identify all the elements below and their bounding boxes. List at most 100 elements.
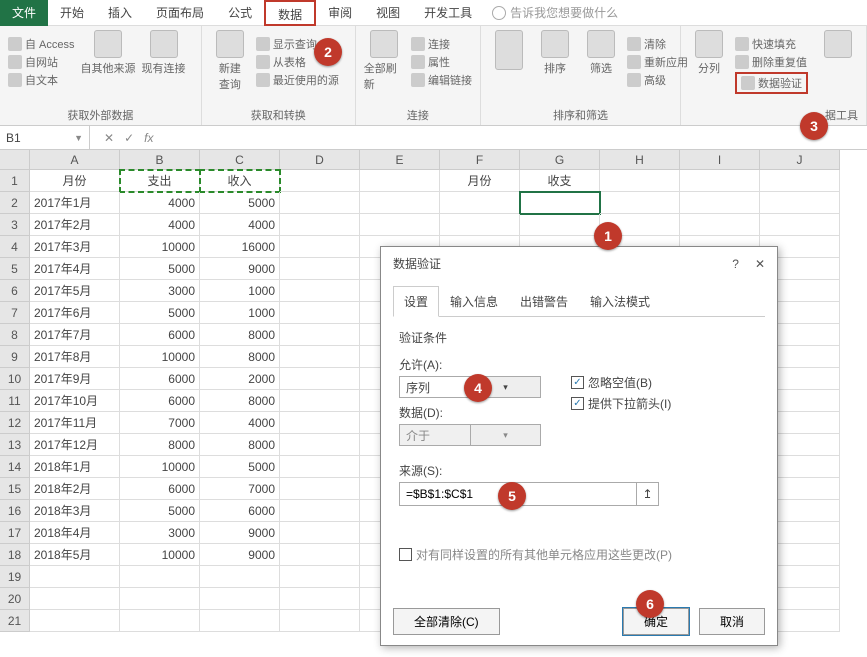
cell[interactable]: 9000 (200, 522, 280, 544)
cell[interactable] (280, 214, 360, 236)
cell[interactable]: 2018年5月 (30, 544, 120, 566)
col-header[interactable]: B (120, 150, 200, 170)
clear-all-button[interactable]: 全部清除(C) (393, 608, 500, 635)
cell[interactable]: 2018年2月 (30, 478, 120, 500)
col-header[interactable]: J (760, 150, 840, 170)
cell[interactable]: 2017年12月 (30, 434, 120, 456)
btn-text-columns[interactable]: 分列 (689, 30, 729, 76)
btn-existing-conn[interactable]: 现有连接 (142, 30, 186, 76)
tab-layout[interactable]: 页面布局 (144, 0, 216, 26)
row-header[interactable]: 6 (0, 280, 30, 302)
cell[interactable] (520, 214, 600, 236)
btn-properties[interactable]: 属性 (411, 54, 472, 70)
cell[interactable]: 8000 (200, 346, 280, 368)
cell[interactable]: 4000 (120, 214, 200, 236)
cell[interactable] (680, 192, 760, 214)
cell[interactable]: 2017年5月 (30, 280, 120, 302)
cell[interactable] (360, 192, 440, 214)
tab-home[interactable]: 开始 (48, 0, 96, 26)
col-header[interactable]: F (440, 150, 520, 170)
cell[interactable]: 6000 (120, 368, 200, 390)
cell[interactable]: 1000 (200, 302, 280, 324)
cell[interactable] (280, 346, 360, 368)
cell[interactable]: 8000 (200, 324, 280, 346)
cell[interactable] (30, 588, 120, 610)
btn-remove-dup[interactable]: 删除重复值 (735, 54, 808, 70)
tab-settings[interactable]: 设置 (393, 286, 439, 317)
cell[interactable]: 收入 (200, 170, 280, 192)
cell[interactable]: 2017年3月 (30, 236, 120, 258)
cell[interactable]: 9000 (200, 544, 280, 566)
cell[interactable]: 月份 (30, 170, 120, 192)
cell[interactable]: 3000 (120, 522, 200, 544)
col-header[interactable]: C (200, 150, 280, 170)
row-header[interactable]: 19 (0, 566, 30, 588)
cell[interactable]: 5000 (200, 192, 280, 214)
cell[interactable] (680, 170, 760, 192)
cell[interactable] (440, 214, 520, 236)
col-header[interactable]: E (360, 150, 440, 170)
row-header[interactable]: 13 (0, 434, 30, 456)
cell[interactable]: 7000 (120, 412, 200, 434)
cell[interactable]: 7000 (200, 478, 280, 500)
cell[interactable]: 2017年10月 (30, 390, 120, 412)
cell[interactable] (30, 566, 120, 588)
chk-ignore-blank[interactable]: ✓忽略空值(B) (571, 374, 671, 391)
row-header[interactable]: 2 (0, 192, 30, 214)
tab-file[interactable]: 文件 (0, 0, 48, 26)
cell[interactable]: 10000 (120, 346, 200, 368)
btn-data-validation[interactable]: 数据验证 (735, 72, 808, 94)
cell[interactable] (280, 412, 360, 434)
chk-dropdown[interactable]: ✓提供下拉箭头(I) (571, 395, 671, 412)
row-header[interactable]: 1 (0, 170, 30, 192)
cell[interactable] (280, 500, 360, 522)
cell[interactable] (280, 478, 360, 500)
btn-access[interactable]: 自 Access (8, 36, 75, 52)
cell[interactable] (760, 170, 840, 192)
row-header[interactable]: 11 (0, 390, 30, 412)
btn-refresh-all[interactable]: 全部刷新 (364, 30, 405, 92)
cell[interactable] (280, 610, 360, 632)
row-header[interactable]: 10 (0, 368, 30, 390)
cell[interactable] (200, 588, 280, 610)
cell[interactable] (280, 236, 360, 258)
cell[interactable] (120, 566, 200, 588)
btn-advanced[interactable]: 高级 (627, 72, 688, 88)
extra-icon[interactable] (824, 30, 852, 58)
cell[interactable] (360, 170, 440, 192)
cell[interactable] (440, 192, 520, 214)
btn-filter[interactable]: 筛选 (581, 30, 621, 76)
cell[interactable]: 2018年4月 (30, 522, 120, 544)
tab-insert[interactable]: 插入 (96, 0, 144, 26)
cell[interactable]: 4000 (120, 192, 200, 214)
btn-new-query[interactable]: 新建 查询 (210, 30, 250, 92)
col-header[interactable]: H (600, 150, 680, 170)
row-header[interactable]: 8 (0, 324, 30, 346)
cell[interactable]: 10000 (120, 236, 200, 258)
row-header[interactable]: 15 (0, 478, 30, 500)
cell[interactable]: 2018年1月 (30, 456, 120, 478)
cell[interactable]: 5000 (120, 500, 200, 522)
cell[interactable]: 2017年2月 (30, 214, 120, 236)
row-header[interactable]: 4 (0, 236, 30, 258)
chk-apply-all[interactable]: ✓ (399, 548, 412, 561)
cell[interactable]: 8000 (200, 390, 280, 412)
cell[interactable]: 月份 (440, 170, 520, 192)
cell[interactable] (760, 192, 840, 214)
btn-clear[interactable]: 清除 (627, 36, 688, 52)
cell[interactable] (280, 588, 360, 610)
cell[interactable] (280, 170, 360, 192)
btn-reapply[interactable]: 重新应用 (627, 54, 688, 70)
cell[interactable]: 2017年6月 (30, 302, 120, 324)
confirm-icon[interactable]: ✓ (124, 131, 134, 145)
row-header[interactable]: 5 (0, 258, 30, 280)
cell[interactable] (280, 368, 360, 390)
cell[interactable] (760, 214, 840, 236)
row-header[interactable]: 17 (0, 522, 30, 544)
btn-recent[interactable]: 最近使用的源 (256, 72, 339, 88)
cell[interactable] (280, 390, 360, 412)
row-header[interactable]: 16 (0, 500, 30, 522)
col-header[interactable]: G (520, 150, 600, 170)
cell[interactable]: 4000 (200, 412, 280, 434)
cell[interactable]: 6000 (120, 478, 200, 500)
